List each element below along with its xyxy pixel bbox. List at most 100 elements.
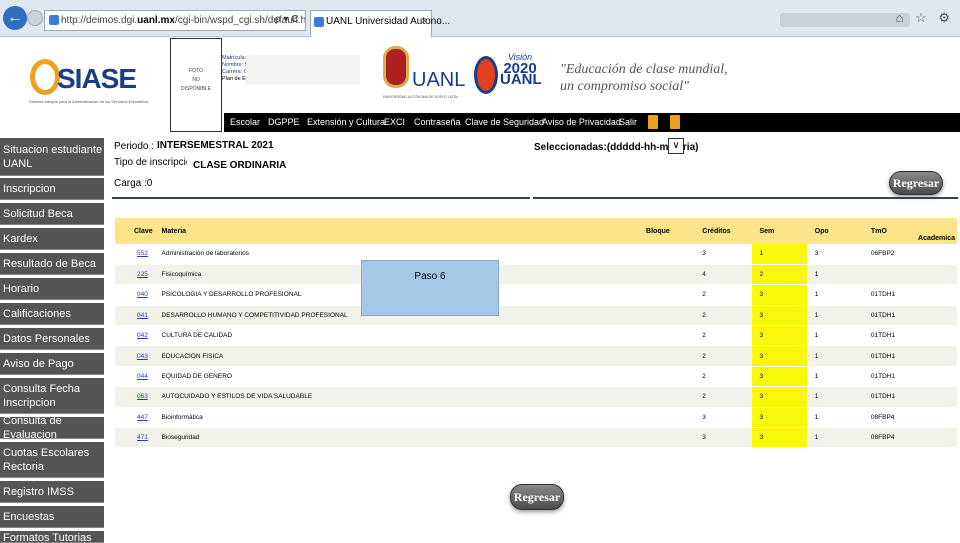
course-name: AUTOCUIDADO Y ESTILOS DE VIDA SALUDABLE bbox=[153, 386, 639, 408]
facebook-icon[interactable] bbox=[648, 115, 658, 129]
course-code-link[interactable]: 043 bbox=[137, 353, 148, 360]
course-bloque bbox=[638, 386, 695, 408]
course-tmo: 01TDH1 bbox=[862, 386, 917, 408]
course-bloque bbox=[638, 264, 695, 286]
uanl-logo-text: UANL bbox=[412, 69, 466, 91]
menu-escolar[interactable]: Escolar bbox=[230, 113, 260, 132]
table-row: 471 Bioseguridad 3 3 1 08FBP4 bbox=[115, 427, 957, 449]
course-code-cell: 041 bbox=[115, 305, 154, 327]
course-creditos: 3 bbox=[694, 244, 752, 265]
address-bar[interactable]: http://deimos.dgi.uanl.mx/cgi-bin/wspd_c… bbox=[44, 10, 306, 31]
course-bloque bbox=[638, 427, 695, 449]
course-creditos: 2 bbox=[694, 305, 752, 327]
course-creditos: 2 bbox=[694, 345, 752, 367]
course-sem: 3 bbox=[751, 386, 807, 408]
sidebar-item-consulta-fecha[interactable]: Consulta Fecha Inscripcion bbox=[0, 378, 104, 414]
carga-label: Carga :0 bbox=[114, 178, 153, 189]
course-opo: 1 bbox=[806, 386, 863, 408]
siase-logo-text: SIASE bbox=[57, 63, 137, 94]
menu-dgppe[interactable]: DGPPE bbox=[268, 113, 300, 132]
course-creditos: 3 bbox=[694, 427, 752, 449]
sidebar-item-datos-personales[interactable]: Datos Personales bbox=[0, 328, 104, 350]
course-name: Bioinformática bbox=[153, 407, 639, 429]
twitter-icon[interactable] bbox=[670, 115, 680, 129]
sidebar-item-solicitud-beca[interactable]: Solicitud Beca bbox=[0, 203, 104, 225]
sidebar-item-resultado-beca[interactable]: Resultado de Beca bbox=[0, 253, 104, 275]
course-code-link[interactable]: 447 bbox=[137, 414, 148, 421]
divider-left bbox=[112, 197, 530, 199]
sidebar-item-inscripcion[interactable]: Inscripcion bbox=[0, 178, 104, 200]
vision-2020-logo: Visión 2020 UANL bbox=[500, 52, 542, 88]
courses-body: 552 Administración de laboratorios 3 1 3 06FB… bbox=[115, 244, 957, 449]
sidebar-item-horario[interactable]: Horario bbox=[0, 278, 104, 300]
sidebar-item-situacion[interactable]: Situacion estudiante UANL bbox=[0, 138, 104, 176]
site-icon bbox=[49, 15, 59, 25]
course-tmo: 08FBP4 bbox=[862, 427, 917, 449]
menu-clave-seguridad[interactable]: Clave de Seguridad bbox=[465, 113, 544, 132]
sidebar-item-registro-imss[interactable]: Registro IMSS bbox=[0, 481, 104, 503]
course-code-link[interactable]: 042 bbox=[137, 332, 148, 339]
course-opo: 1 bbox=[806, 345, 863, 367]
course-bloque bbox=[638, 325, 695, 347]
course-academica bbox=[916, 325, 957, 347]
course-code-link[interactable]: 063 bbox=[137, 393, 148, 400]
sidebar-item-aviso-pago[interactable]: Aviso de Pago bbox=[0, 353, 104, 375]
back-arrow-icon[interactable]: ← bbox=[3, 6, 27, 30]
course-creditos: 2 bbox=[694, 386, 752, 408]
siase-logo[interactable]: SIASE Sistema Integral para la Administr… bbox=[27, 59, 148, 109]
course-tmo: 01TDH1 bbox=[862, 345, 917, 367]
regresar-button-bottom[interactable]: Regresar bbox=[510, 484, 564, 510]
tab-favicon-icon bbox=[314, 17, 324, 27]
sidebar-item-consulta-evaluacion[interactable]: Consulta de Evaluacion bbox=[0, 415, 104, 441]
table-row: 447 Bioinformática 3 3 1 08FBP4 bbox=[115, 407, 957, 429]
table-row: 040 PSICOLOGIA Y DESARROLLO PROFESIONAL 2 3… bbox=[115, 284, 957, 306]
course-sem: 1 bbox=[751, 244, 807, 265]
site-header: SIASE Sistema Integral para la Administr… bbox=[0, 37, 960, 135]
menu-salir[interactable]: Salir bbox=[619, 113, 637, 132]
sidebar-item-cuotas[interactable]: Cuotas Escolares Rectoria bbox=[0, 442, 104, 478]
sidebar-item-formatos[interactable]: Formatos Tutorias bbox=[0, 531, 104, 543]
sidebar-item-encuestas[interactable]: Encuestas bbox=[0, 506, 104, 528]
tipo-inscripcion-value: CLASE ORDINARIA bbox=[187, 157, 302, 174]
course-code-link[interactable]: 040 bbox=[137, 291, 148, 298]
course-academica bbox=[916, 284, 957, 306]
course-name: Bioseguridad bbox=[153, 427, 639, 449]
menu-exci[interactable]: EXCI bbox=[384, 113, 405, 132]
col-tmo: TmO bbox=[862, 218, 917, 244]
course-code-link[interactable]: 225 bbox=[137, 271, 148, 278]
course-creditos: 2 bbox=[694, 325, 752, 347]
course-code-link[interactable]: 044 bbox=[137, 373, 148, 380]
vision-uanl: UANL bbox=[500, 71, 542, 88]
photo-text-1: FOTO bbox=[189, 68, 203, 74]
search-box[interactable] bbox=[780, 13, 910, 27]
slogan-line-1: "Educación de clase mundial, bbox=[560, 62, 728, 77]
forward-arrow-icon[interactable] bbox=[27, 10, 43, 26]
seleccionadas-dropdown[interactable]: ∨ bbox=[668, 138, 684, 154]
course-sem: 3 bbox=[751, 366, 807, 388]
course-code-link[interactable]: 041 bbox=[137, 312, 148, 319]
browser-tab[interactable]: UANL Universidad Autono... × bbox=[310, 10, 450, 37]
toolbar-icons[interactable]: ⌂ ☆ ⚙ bbox=[896, 10, 954, 26]
tab-close-icon[interactable]: × bbox=[421, 11, 427, 33]
menu-contrasena[interactable]: Contraseña bbox=[414, 113, 461, 132]
student-photo-placeholder: FOTO NO DISPONIBLE bbox=[170, 38, 222, 132]
menu-aviso-privacidad[interactable]: Aviso de Privacidad bbox=[542, 113, 621, 132]
course-sem: 3 bbox=[751, 345, 807, 367]
course-code-cell: 040 bbox=[115, 284, 154, 306]
course-code-cell: 471 bbox=[115, 427, 154, 449]
url-domain: uanl.mx bbox=[137, 15, 175, 26]
course-creditos: 4 bbox=[694, 264, 752, 286]
sidebar-item-kardex[interactable]: Kardex bbox=[0, 228, 104, 250]
table-row: 044 EQUIDAD DE GENERO 2 3 1 01TDH1 bbox=[115, 366, 957, 388]
uanl-logo-subtitle: UNIVERSIDAD AUTÓNOMA DE NUEVO LEÓN bbox=[383, 95, 458, 99]
regresar-button-top[interactable]: Regresar bbox=[889, 171, 943, 195]
course-code-link[interactable]: 552 bbox=[137, 250, 148, 257]
course-creditos: 2 bbox=[694, 284, 752, 306]
menu-extension-cultura[interactable]: Extensión y Cultura bbox=[307, 113, 385, 132]
sidebar-item-calificaciones[interactable]: Calificaciones bbox=[0, 303, 104, 325]
course-sem: 3 bbox=[751, 284, 807, 306]
address-tools[interactable]: ρ ▾ C bbox=[275, 10, 299, 29]
periodo-value: INTERSEMESTRAL 2021 bbox=[154, 137, 277, 154]
course-code-link[interactable]: 471 bbox=[137, 434, 148, 441]
course-tmo: 01TDH1 bbox=[862, 366, 917, 388]
